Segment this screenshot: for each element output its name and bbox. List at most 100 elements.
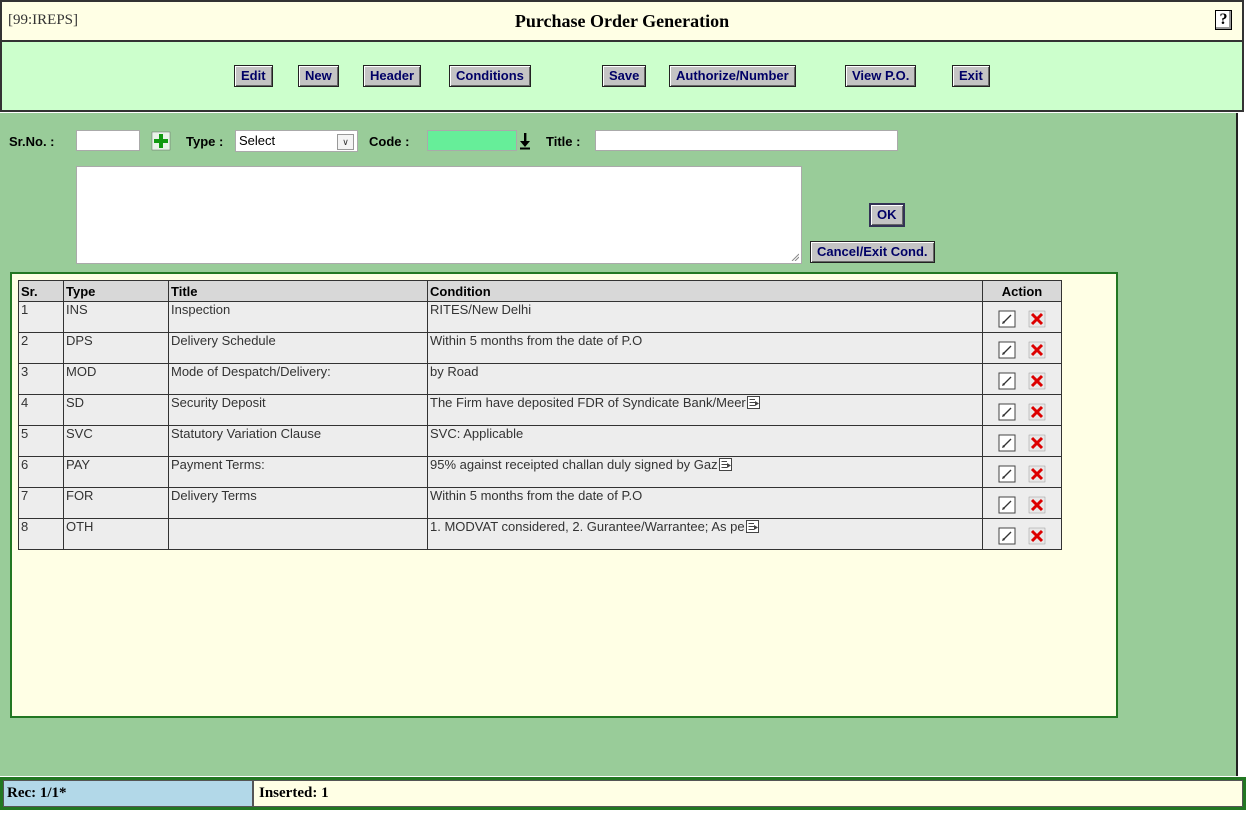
- cell-title-text: Mode of Despatch/Delivery:: [171, 364, 331, 380]
- cell-condition-text: SVC: Applicable: [430, 426, 524, 442]
- table-row[interactable]: 4 SD Security Deposit The Firm have deposit…: [18, 394, 1062, 426]
- cell-sr-text: 3: [21, 364, 29, 380]
- window-title: Purchase Order Generation: [514, 11, 730, 31]
- delete-icon[interactable]: [1028, 310, 1046, 328]
- cell-type-text: FOR: [66, 488, 94, 504]
- cell-action: [982, 394, 1062, 426]
- cell-condition: Within 5 months from the date of P.O: [427, 332, 983, 364]
- cell-type: SVC: [63, 425, 169, 457]
- cell-sr-text: 5: [21, 426, 29, 442]
- help-icon[interactable]: ?: [1215, 10, 1232, 30]
- title-input[interactable]: [595, 130, 898, 151]
- cell-condition: Within 5 months from the date of P.O: [427, 487, 983, 519]
- exit-button[interactable]: Exit: [952, 65, 990, 87]
- edit-icon[interactable]: [998, 465, 1016, 483]
- table-body: 1 INS Inspection RITES/New Delhi 2 DPS Deliver…: [18, 301, 1062, 550]
- conditions-button[interactable]: Conditions: [449, 65, 531, 87]
- column-header-action: Action: [982, 280, 1062, 302]
- table-row[interactable]: 6 PAY Payment Terms: 95% against receipted …: [18, 456, 1062, 488]
- delete-icon[interactable]: [1028, 496, 1046, 514]
- cell-condition: SVC: Applicable: [427, 425, 983, 457]
- view-po-button[interactable]: View P.O.: [845, 65, 917, 87]
- table-row[interactable]: 3 MOD Mode of Despatch/Delivery: by Road: [18, 363, 1062, 395]
- table-row[interactable]: 5 SVC Statutory Variation Clause SVC: Appli…: [18, 425, 1062, 457]
- cell-sr: 7: [18, 487, 64, 519]
- srno-input[interactable]: [76, 130, 140, 151]
- cell-sr-text: 2: [21, 333, 29, 349]
- delete-icon[interactable]: [1028, 403, 1046, 421]
- cell-title: Delivery Terms: [168, 487, 428, 519]
- cell-condition: The Firm have deposited FDR of Syndicate…: [427, 394, 983, 426]
- cell-sr: 6: [18, 456, 64, 488]
- edit-icon[interactable]: [998, 341, 1016, 359]
- expand-text-icon[interactable]: [718, 458, 732, 471]
- cell-sr-text: 4: [21, 395, 29, 411]
- cell-sr: 8: [18, 518, 64, 550]
- condition-textarea[interactable]: [76, 166, 802, 264]
- down-arrow-icon[interactable]: [519, 132, 531, 150]
- cell-condition-text: Within 5 months from the date of P.O: [430, 488, 643, 504]
- cell-condition-text: The Firm have deposited FDR of Syndicate…: [430, 395, 746, 411]
- code-label: Code :: [369, 134, 410, 149]
- cell-sr: 5: [18, 425, 64, 457]
- cancel-exit-cond-button[interactable]: Cancel/Exit Cond.: [810, 241, 935, 263]
- cell-type-text: SD: [66, 395, 85, 411]
- cell-action: [982, 456, 1062, 488]
- delete-icon[interactable]: [1028, 341, 1046, 359]
- edit-icon[interactable]: [998, 310, 1016, 328]
- cell-action: [982, 518, 1062, 550]
- expand-text-icon[interactable]: [745, 520, 759, 533]
- cell-type-text: PAY: [66, 457, 91, 473]
- cell-title-text: Security Deposit: [171, 395, 266, 411]
- cell-title-text: Statutory Variation Clause: [171, 426, 322, 442]
- authorize-number-button[interactable]: Authorize/Number: [669, 65, 796, 87]
- edit-icon[interactable]: [998, 527, 1016, 545]
- header-button[interactable]: Header: [363, 65, 422, 87]
- code-input[interactable]: [427, 130, 517, 151]
- table-row[interactable]: 2 DPS Delivery Schedule Within 5 months fro…: [18, 332, 1062, 364]
- edit-icon[interactable]: [998, 372, 1016, 390]
- cell-action: [982, 363, 1062, 395]
- column-header-condition: Condition: [427, 280, 983, 302]
- table-row[interactable]: 1 INS Inspection RITES/New Delhi: [18, 301, 1062, 333]
- table-row[interactable]: 8 OTH 1. MODVAT considered, 2. Gurantee/Wa…: [18, 518, 1062, 550]
- record-indicator: Rec: 1/1*: [3, 780, 253, 807]
- resize-grip-icon[interactable]: [791, 253, 799, 261]
- delete-icon[interactable]: [1028, 434, 1046, 452]
- chevron-down-icon: ∨: [337, 134, 354, 150]
- cell-type: MOD: [63, 363, 169, 395]
- cell-sr: 3: [18, 363, 64, 395]
- cell-title: Payment Terms:: [168, 456, 428, 488]
- type-select[interactable]: Select ∨: [235, 130, 358, 152]
- edit-icon[interactable]: [998, 403, 1016, 421]
- delete-icon[interactable]: [1028, 372, 1046, 390]
- srno-label: Sr.No. :: [9, 134, 55, 149]
- cell-action: [982, 301, 1062, 333]
- cell-type-text: SVC: [66, 426, 93, 442]
- cell-type: PAY: [63, 456, 169, 488]
- cell-title: Mode of Despatch/Delivery:: [168, 363, 428, 395]
- cell-type: INS: [63, 301, 169, 333]
- new-button[interactable]: New: [298, 65, 339, 87]
- cell-action: [982, 487, 1062, 519]
- edit-icon[interactable]: [998, 434, 1016, 452]
- cell-title: Delivery Schedule: [168, 332, 428, 364]
- cell-type-text: DPS: [66, 333, 93, 349]
- cell-title-text: Inspection: [171, 302, 231, 318]
- cell-sr-text: 6: [21, 457, 29, 473]
- type-select-value: Select: [239, 133, 276, 148]
- title-bar: [99:IREPS] Purchase Order Generation ?: [0, 0, 1244, 41]
- cell-type: DPS: [63, 332, 169, 364]
- edit-button[interactable]: Edit: [234, 65, 273, 87]
- delete-icon[interactable]: [1028, 527, 1046, 545]
- column-header-title: Title: [168, 280, 428, 302]
- expand-text-icon[interactable]: [746, 396, 760, 409]
- table-row[interactable]: 7 FOR Delivery Terms Within 5 months from t…: [18, 487, 1062, 519]
- ok-button[interactable]: OK: [869, 203, 905, 227]
- cell-type: SD: [63, 394, 169, 426]
- cell-condition-text: 1. MODVAT considered, 2. Gurantee/Warran…: [430, 519, 745, 535]
- edit-icon[interactable]: [998, 496, 1016, 514]
- delete-icon[interactable]: [1028, 465, 1046, 483]
- add-icon[interactable]: [151, 131, 171, 151]
- save-button[interactable]: Save: [602, 65, 647, 87]
